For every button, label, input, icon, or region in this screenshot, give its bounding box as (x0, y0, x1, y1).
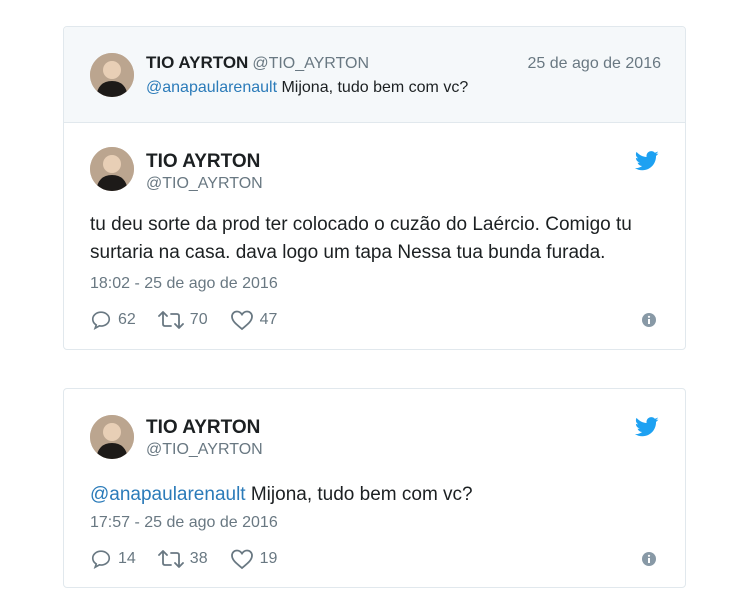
tweet-actions: 14 38 19 (90, 547, 299, 571)
author-handle[interactable]: @TIO_AYRTON (146, 175, 263, 193)
embedded-tweet-card: TIO AYRTON @TIO_AYRTON @anapaularenault … (63, 388, 686, 588)
avatar[interactable] (90, 53, 134, 97)
retweet-button[interactable]: 38 (157, 548, 208, 570)
reply-button[interactable]: 14 (90, 548, 136, 570)
twitter-bird-icon[interactable] (635, 151, 659, 171)
timestamp[interactable]: 17:57 - 25 de ago de 2016 (90, 514, 278, 532)
heart-icon (230, 310, 253, 331)
like-count: 19 (259, 550, 278, 567)
retweet-button[interactable]: 70 (157, 309, 208, 331)
retweet-icon (157, 550, 184, 568)
mention-link[interactable]: @anapaularenault (90, 484, 246, 505)
retweet-count: 70 (189, 311, 208, 328)
parent-author-name[interactable]: TIO AYRTON @TIO_AYRTON (146, 53, 369, 73)
author-name[interactable]: TIO AYRTON (146, 417, 260, 439)
parent-author-handle[interactable]: @TIO_AYRTON (252, 55, 369, 72)
tweet-actions: 62 70 47 (90, 308, 299, 332)
reply-count: 62 (118, 311, 136, 328)
info-icon[interactable] (641, 551, 657, 567)
reply-icon (91, 550, 111, 570)
twitter-bird-icon[interactable] (635, 417, 659, 437)
tweet-body: Mijona, tudo bem com vc? (245, 484, 473, 505)
reply-icon (91, 311, 111, 331)
parent-tweet-text: @anapaularenault Mijona, tudo bem com vc… (146, 79, 468, 97)
info-icon[interactable] (641, 312, 657, 328)
reply-count: 14 (118, 550, 136, 567)
author-name[interactable]: TIO AYRTON (146, 151, 260, 173)
parent-date[interactable]: 25 de ago de 2016 (528, 55, 661, 73)
mention-link[interactable]: @anapaularenault (146, 79, 277, 96)
parent-tweet[interactable]: TIO AYRTON @TIO_AYRTON 25 de ago de 2016 … (64, 27, 685, 123)
author-handle[interactable]: @TIO_AYRTON (146, 441, 263, 459)
heart-icon (230, 549, 253, 570)
retweet-icon (157, 311, 184, 329)
tweet-text: tu deu sorte da prod ter colocado o cuzã… (90, 214, 632, 263)
avatar[interactable] (90, 147, 134, 191)
embedded-tweet-card: TIO AYRTON @TIO_AYRTON 25 de ago de 2016 … (63, 26, 686, 350)
reply-button[interactable]: 62 (90, 309, 136, 331)
like-button[interactable]: 47 (230, 309, 278, 331)
like-count: 47 (259, 311, 278, 328)
tweet-text: @anapaularenault Mijona, tudo bem com vc… (90, 481, 661, 509)
parent-body: Mijona, tudo bem com vc? (277, 79, 469, 96)
retweet-count: 38 (189, 550, 208, 567)
timestamp[interactable]: 18:02 - 25 de ago de 2016 (90, 275, 278, 293)
parent-name-text: TIO AYRTON (146, 53, 249, 72)
like-button[interactable]: 19 (230, 548, 278, 570)
avatar[interactable] (90, 415, 134, 459)
